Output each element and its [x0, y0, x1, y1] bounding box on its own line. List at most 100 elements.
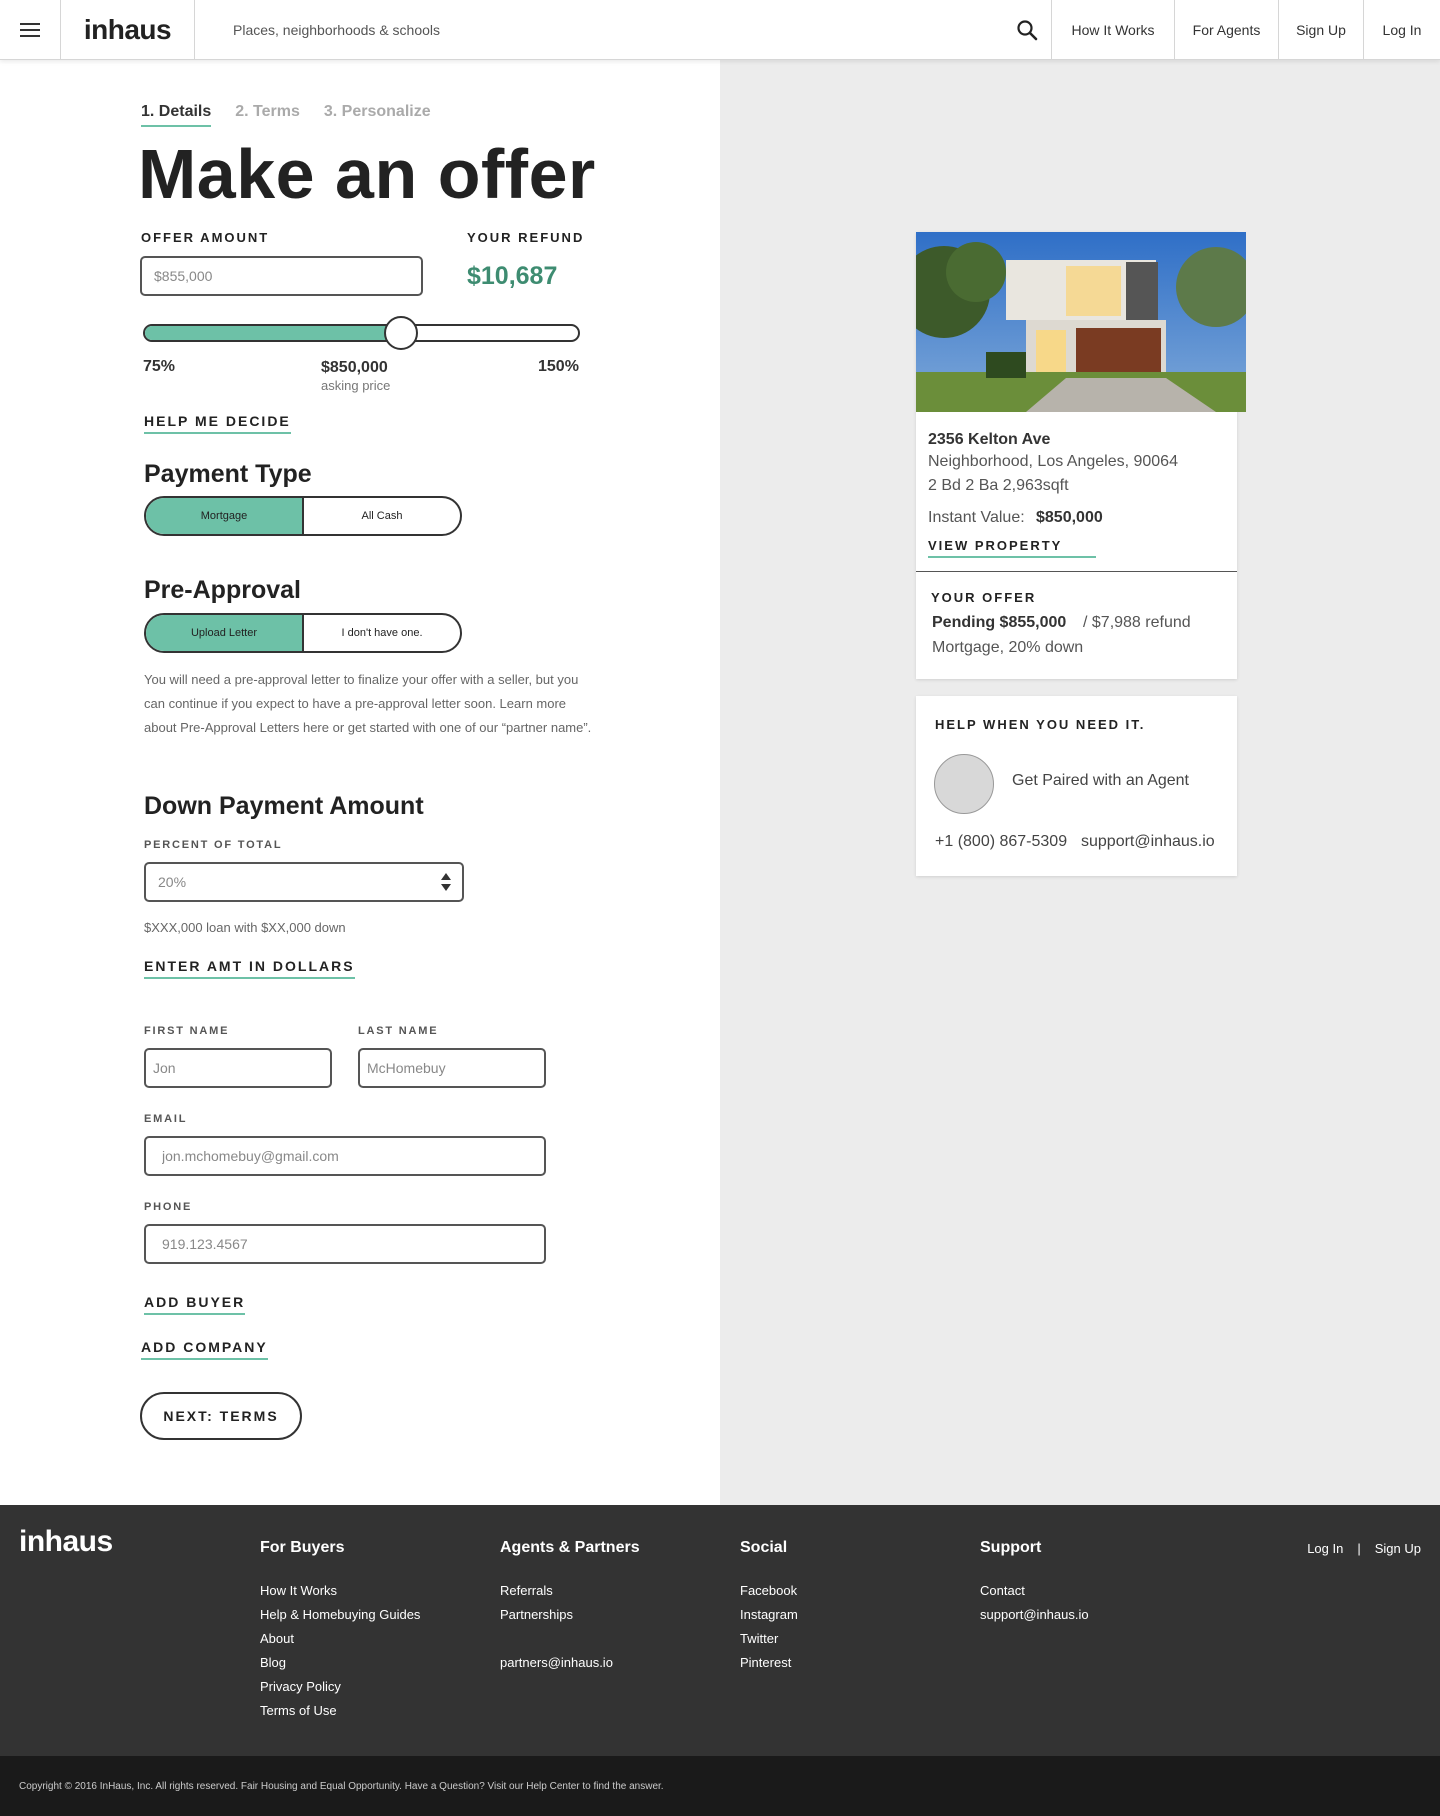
offer-amount-input[interactable] [140, 256, 423, 296]
footer-col-agents: Agents & Partners Referrals Partnerships… [500, 1539, 640, 1675]
pre-approval-info: You will need a pre-approval letter to f… [144, 672, 592, 735]
footer-link[interactable]: Pinterest [740, 1651, 798, 1675]
property-photo[interactable] [916, 232, 1246, 412]
footer-col-title: Social [740, 1539, 788, 1556]
footer-col-title: Agents & Partners [500, 1539, 640, 1556]
footer-separator: | [1357, 1541, 1361, 1556]
your-refund-label: YOUR REFUND [467, 230, 585, 245]
step-personalize[interactable]: 3. Personalize [324, 103, 431, 127]
offer-slider-thumb[interactable] [383, 316, 418, 350]
property-address: 2356 Kelton Ave [928, 431, 1051, 448]
help-me-decide-link[interactable]: HELP ME DECIDE [144, 413, 291, 434]
footer-link[interactable]: Privacy Policy [260, 1675, 420, 1699]
add-company-link[interactable]: ADD COMPANY [141, 1339, 268, 1360]
search-icon[interactable] [1015, 18, 1039, 42]
pre-approval-heading: Pre-Approval [144, 576, 301, 604]
percent-select[interactable]: 20% [144, 862, 464, 902]
instant-value: $850,000 [1036, 509, 1103, 526]
nav-for-agents[interactable]: For Agents [1174, 0, 1278, 60]
percent-of-total-label: PERCENT OF TOTAL [144, 839, 283, 851]
footer-col-title: Support [980, 1539, 1042, 1556]
last-name-field[interactable] [358, 1048, 546, 1088]
footer-logo[interactable]: inhaus [19, 1525, 113, 1559]
footer-col-support: Support Contact support@inhaus.io [980, 1539, 1089, 1627]
footer-link[interactable]: How It Works [260, 1579, 420, 1603]
upload-letter-option[interactable]: Upload Letter [146, 615, 304, 651]
footer-link[interactable]: Terms of Use [260, 1699, 420, 1723]
mortgage-option[interactable]: Mortgage [146, 498, 304, 534]
offer-pending: Pending $855,000 [932, 614, 1067, 631]
offer-slider-track[interactable] [143, 324, 580, 342]
all-cash-option[interactable]: All Cash [304, 498, 460, 534]
hamburger-icon [20, 29, 40, 31]
footer-link[interactable]: support@inhaus.io [980, 1603, 1089, 1627]
top-header: inhaus How It Works For Agents Sign Up L… [0, 0, 1440, 60]
last-name-label: LAST NAME [358, 1025, 439, 1037]
step-terms[interactable]: 2. Terms [235, 103, 300, 127]
copyright: Copyright © 2016 InHaus, Inc. All rights… [0, 1756, 1440, 1816]
footer-link[interactable]: Facebook [740, 1579, 798, 1603]
step-details[interactable]: 1. Details [141, 103, 212, 127]
asking-price-label: asking price [321, 378, 391, 393]
enter-dollars-link[interactable]: ENTER AMT IN DOLLARS [144, 958, 355, 979]
footer-link[interactable]: Twitter [740, 1627, 798, 1651]
range-max-label: 150% [538, 358, 579, 375]
offer-detail: Mortgage, 20% down [932, 639, 1084, 656]
footer-sign-up[interactable]: Sign Up [1375, 1541, 1421, 1556]
footer-link[interactable]: Instagram [740, 1603, 798, 1627]
view-property-link[interactable]: VIEW PROPERTY [928, 538, 1097, 558]
footer-link[interactable]: Blog [260, 1651, 420, 1675]
help-email[interactable]: support@inhaus.io [1081, 833, 1215, 851]
house-image [916, 232, 1246, 412]
payment-type-toggle: Mortgage All Cash [144, 496, 462, 536]
first-name-label: FIRST NAME [144, 1025, 230, 1037]
offer-refund: / $7,988 refund [1083, 614, 1191, 631]
payment-type-heading: Payment Type [144, 460, 312, 488]
agent-avatar [934, 754, 994, 814]
footer-auth: Log In | Sign Up [1307, 1541, 1421, 1556]
help-heading: HELP WHEN YOU NEED IT. [935, 717, 1146, 732]
percent-select-value: 20% [158, 874, 187, 890]
footer-link[interactable]: partners@inhaus.io [500, 1651, 640, 1675]
footer-log-in[interactable]: Log In [1307, 1541, 1343, 1556]
pre-approval-toggle: Upload Letter I don't have one. [144, 613, 462, 653]
menu-button[interactable] [0, 0, 61, 60]
loan-helper-text: $XXX,000 loan with $XX,000 down [144, 920, 346, 935]
nav-sign-up[interactable]: Sign Up [1278, 0, 1363, 60]
search-input[interactable] [233, 20, 933, 40]
footer-link[interactable]: Referrals [500, 1579, 640, 1603]
stepper-arrows-icon [441, 873, 451, 891]
footer-link[interactable]: Contact [980, 1579, 1089, 1603]
footer-col-buyers: For Buyers How It Works Help & Homebuyin… [260, 1539, 420, 1723]
footer-link[interactable]: Help & Homebuying Guides [260, 1603, 420, 1627]
help-phone[interactable]: +1 (800) 867-5309 [935, 833, 1067, 851]
nav-how-it-works[interactable]: How It Works [1051, 0, 1174, 60]
top-nav: How It Works For Agents Sign Up Log In [1051, 0, 1440, 60]
instant-value-label: Instant Value: [928, 509, 1025, 526]
your-offer-label: YOUR OFFER [931, 590, 1037, 605]
footer-link[interactable]: Partnerships [500, 1603, 640, 1627]
footer-col-title: For Buyers [260, 1539, 345, 1556]
email-field[interactable] [144, 1136, 546, 1176]
phone-label: PHONE [144, 1201, 193, 1213]
range-min-label: 75% [143, 358, 176, 375]
down-payment-heading: Down Payment Amount [144, 792, 424, 820]
no-letter-option[interactable]: I don't have one. [304, 615, 460, 651]
first-name-field[interactable] [144, 1048, 332, 1088]
footer-link[interactable]: About [260, 1627, 420, 1651]
email-label: EMAIL [144, 1113, 188, 1125]
property-location: Neighborhood, Los Angeles, 90064 [928, 453, 1178, 470]
asking-price-value: $850,000 [321, 359, 388, 376]
footer-col-social: Social Facebook Instagram Twitter Pinter… [740, 1539, 798, 1675]
step-tabs: 1. Details 2. Terms 3. Personalize [141, 103, 431, 127]
phone-field[interactable] [144, 1224, 546, 1264]
add-buyer-link[interactable]: ADD BUYER [144, 1294, 246, 1315]
logo[interactable]: inhaus [61, 0, 195, 60]
card-divider [916, 571, 1237, 572]
offer-amount-label: OFFER AMOUNT [141, 230, 270, 245]
nav-log-in[interactable]: Log In [1363, 0, 1440, 60]
footer: inhaus For Buyers How It Works Help & Ho… [0, 1505, 1440, 1756]
next-terms-button[interactable]: NEXT: TERMS [140, 1392, 302, 1440]
agent-link[interactable]: Get Paired with an Agent [1012, 772, 1189, 790]
refund-value: $10,687 [467, 262, 558, 290]
